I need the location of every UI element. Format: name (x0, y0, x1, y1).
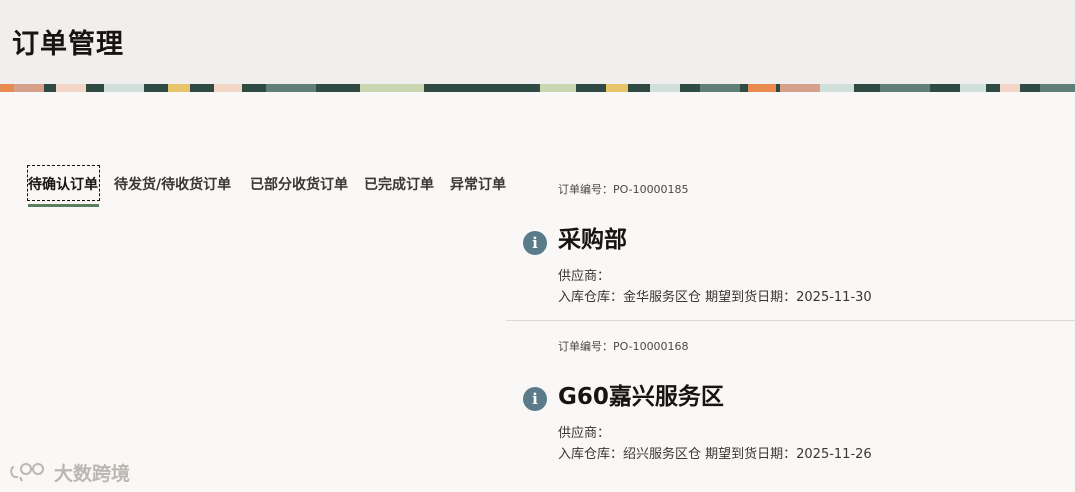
tab-abnormal[interactable]: 异常订单 (450, 165, 506, 205)
info-icon: i (523, 231, 547, 255)
tab-label: 异常订单 (450, 177, 506, 193)
tab-completed[interactable]: 已完成订单 (364, 165, 434, 205)
tab-pending-shipment-receipt[interactable]: 待发货/待收货订单 (114, 165, 231, 205)
order-number: 订单编号：PO-10000168 (558, 340, 689, 353)
tab-focus-outline (27, 165, 100, 201)
page-header: 订单管理 (0, 0, 1075, 84)
watermark: 大数跨境 (8, 458, 130, 486)
banner-pattern (0, 84, 1075, 92)
watermark-text: 大数跨境 (54, 462, 131, 485)
decorative-banner (0, 84, 1075, 92)
info-icon: i (523, 387, 547, 411)
supplier-label: 供应商： (558, 269, 611, 284)
list-item[interactable]: 订单编号：PO-10000168 i G60嘉兴服务区 供应商： 入库仓库：绍兴… (506, 323, 1075, 473)
tab-label: 已部分收货订单 (250, 177, 348, 193)
order-title: G60嘉兴服务区 (558, 384, 724, 410)
page-title: 订单管理 (12, 29, 124, 60)
tab-label: 已完成订单 (364, 177, 434, 193)
order-title: 采购部 (558, 227, 627, 253)
active-tab-indicator (28, 204, 99, 207)
watermark-logo-icon (10, 463, 44, 482)
divider (506, 320, 1075, 321)
warehouse-delivery-info: 入库仓库：金华服务区仓 期望到货日期：2025-11-30 (558, 290, 872, 305)
list-item[interactable]: 订单编号：PO-10000185 i 采购部 供应商： 入库仓库：金华服务区仓 … (506, 165, 1075, 321)
tab-label: 待发货/待收货订单 (114, 177, 232, 193)
tab-pending-confirmation[interactable]: 待确认订单 (27, 165, 100, 207)
supplier-label: 供应商： (558, 426, 611, 441)
warehouse-delivery-info: 入库仓库：绍兴服务区仓 期望到货日期：2025-11-26 (558, 447, 872, 462)
tab-partially-received[interactable]: 已部分收货订单 (250, 165, 348, 205)
order-number: 订单编号：PO-10000185 (558, 183, 689, 196)
